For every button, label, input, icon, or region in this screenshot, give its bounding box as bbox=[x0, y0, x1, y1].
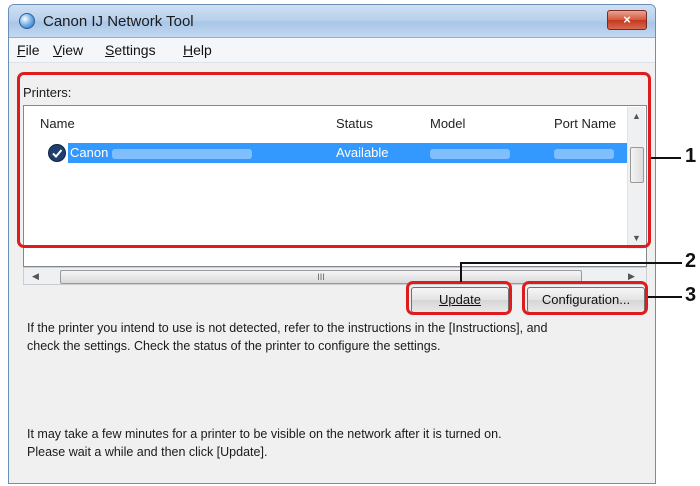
callout-line-2-vertical bbox=[460, 264, 462, 282]
window-title: Canon IJ Network Tool bbox=[43, 13, 194, 30]
callout-box-printers bbox=[17, 72, 651, 248]
menu-view[interactable]: View bbox=[53, 42, 83, 58]
callout-number-1: 1 bbox=[685, 145, 697, 167]
menu-file[interactable]: File bbox=[17, 42, 40, 58]
menu-bar: File View Settings Help bbox=[9, 38, 655, 63]
title-bar[interactable]: Canon IJ Network Tool × bbox=[9, 5, 655, 38]
callout-line-2 bbox=[460, 262, 682, 264]
scroll-left-icon[interactable]: ◀ bbox=[32, 271, 39, 282]
not-detected-message: If the printer you intend to use is not … bbox=[27, 321, 548, 353]
callout-box-configuration bbox=[522, 281, 648, 315]
callout-number-3: 3 bbox=[685, 284, 697, 306]
menu-help[interactable]: Help bbox=[183, 42, 212, 58]
callout-box-update bbox=[406, 281, 512, 315]
callout-line-1 bbox=[651, 157, 681, 159]
wait-message: It may take a few minutes for a printer … bbox=[27, 427, 502, 459]
callout-line-3 bbox=[648, 296, 682, 298]
callout-number-2: 2 bbox=[685, 250, 697, 272]
menu-settings[interactable]: Settings bbox=[105, 42, 156, 58]
app-icon bbox=[19, 13, 35, 29]
close-button[interactable]: × bbox=[607, 10, 647, 30]
